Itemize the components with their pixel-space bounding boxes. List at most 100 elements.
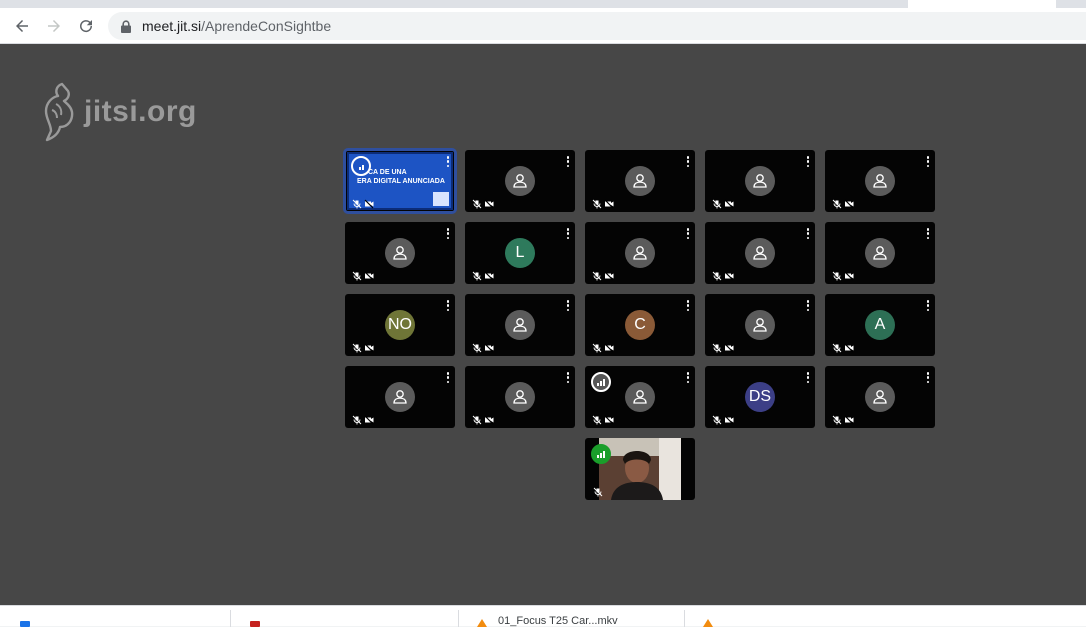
tile-menu-icon[interactable] (686, 300, 690, 311)
participant-tile[interactable]: L (465, 222, 575, 284)
download-item[interactable] (690, 606, 905, 627)
mic-muted-icon (712, 268, 722, 281)
participant-tile[interactable] (705, 294, 815, 356)
mic-muted-icon (832, 412, 842, 425)
participant-tile[interactable] (465, 150, 575, 212)
participant-tile[interactable] (585, 222, 695, 284)
reload-button[interactable] (74, 14, 98, 38)
url-text: meet.jit.si/AprendeConSightbe (142, 18, 331, 34)
forward-button[interactable] (42, 14, 66, 38)
participant-tile[interactable]: A (825, 294, 935, 356)
meeting-stage: jitsi.org NICA DE UNA ERA DIGITAL ANUNCIA… (0, 44, 1086, 605)
mic-muted-icon (352, 340, 362, 353)
participant-tile[interactable] (465, 294, 575, 356)
participant-tile[interactable] (345, 366, 455, 428)
tile-menu-icon[interactable] (566, 228, 570, 239)
download-item[interactable]: 01_Focus T25 Car...mkv (464, 606, 679, 627)
tile-status-icons (352, 340, 374, 353)
tile-menu-icon[interactable] (446, 228, 450, 239)
mic-muted-icon (592, 340, 602, 353)
tile-menu-icon[interactable] (566, 156, 570, 167)
download-item[interactable] (236, 606, 451, 627)
mic-muted-icon (712, 196, 722, 209)
avatar-initials: A (865, 310, 895, 340)
tile-menu-icon[interactable] (806, 372, 810, 383)
mic-muted-icon (832, 340, 842, 353)
avatar-placeholder-icon (505, 382, 535, 412)
tile-menu-icon[interactable] (926, 156, 930, 167)
tile-status-icons (832, 340, 854, 353)
tile-menu-icon[interactable] (926, 228, 930, 239)
tile-menu-icon[interactable] (446, 372, 450, 383)
mic-muted-icon (712, 412, 722, 425)
tile-status-icons (472, 340, 494, 353)
address-bar[interactable]: meet.jit.si/AprendeConSightbe (108, 12, 1086, 40)
tile-menu-icon[interactable] (806, 156, 810, 167)
participant-tile[interactable] (705, 150, 815, 212)
arrow-left-icon (16, 20, 28, 32)
tile-menu-icon[interactable] (686, 228, 690, 239)
tile-menu-icon[interactable] (446, 300, 450, 311)
tab-strip (0, 0, 1086, 8)
tile-menu-icon[interactable] (926, 300, 930, 311)
participant-tile[interactable] (465, 366, 575, 428)
tile-menu-icon[interactable] (686, 156, 690, 167)
tile-menu-icon[interactable] (566, 300, 570, 311)
camera-video (599, 438, 681, 500)
participant-tile[interactable]: NO (345, 294, 455, 356)
tile-menu-icon[interactable] (566, 372, 570, 383)
camera-off-icon (844, 268, 854, 281)
screen-share-tile[interactable]: NICA DE UNA ERA DIGITAL ANUNCIADA (343, 148, 457, 214)
lock-icon (121, 20, 131, 33)
tile-menu-icon[interactable] (926, 372, 930, 383)
browser-toolbar: meet.jit.si/AprendeConSightbe (0, 8, 1086, 44)
avatar-placeholder-icon (385, 238, 415, 268)
participant-tile[interactable] (585, 438, 695, 500)
connection-indicator-icon[interactable] (591, 372, 611, 392)
tile-status-icons (352, 196, 374, 209)
participant-tile[interactable]: C (585, 294, 695, 356)
video-grid: NICA DE UNA ERA DIGITAL ANUNCIADA L NO C A DS (343, 148, 935, 500)
download-separator (684, 610, 685, 627)
tile-status-icons (712, 340, 734, 353)
red-doc-icon (250, 621, 260, 627)
download-separator (230, 610, 231, 627)
mic-muted-icon (832, 268, 842, 281)
tile-status-icons (712, 412, 734, 425)
participant-tile[interactable] (705, 222, 815, 284)
avatar-initials: L (505, 238, 535, 268)
participant-tile[interactable] (825, 366, 935, 428)
brand-name: jitsi.org (84, 95, 197, 128)
avatar-initials: C (625, 310, 655, 340)
mic-muted-icon (472, 412, 482, 425)
slide-title-line2: ERA DIGITAL ANUNCIADA (357, 178, 445, 185)
tile-status-icons (592, 340, 614, 353)
participant-tile[interactable] (825, 222, 935, 284)
camera-off-icon (724, 196, 734, 209)
tile-status-icons (592, 196, 614, 209)
active-tab[interactable] (908, 0, 1056, 8)
avatar-placeholder-icon (625, 166, 655, 196)
connection-indicator-icon[interactable] (591, 444, 611, 464)
back-button[interactable] (10, 14, 34, 38)
tile-status-icons (592, 412, 614, 425)
tile-menu-icon[interactable] (686, 372, 690, 383)
participant-tile[interactable]: DS (705, 366, 815, 428)
participant-tile[interactable] (345, 222, 455, 284)
participant-tile[interactable] (585, 366, 695, 428)
camera-off-icon (844, 340, 854, 353)
mic-muted-icon (712, 340, 722, 353)
download-item[interactable] (6, 606, 221, 627)
camera-off-icon (364, 196, 374, 209)
tile-menu-icon[interactable] (806, 228, 810, 239)
camera-off-icon (484, 340, 494, 353)
tile-menu-icon[interactable] (806, 300, 810, 311)
participant-tile[interactable] (825, 150, 935, 212)
tile-menu-icon[interactable] (446, 156, 450, 167)
camera-off-icon (604, 340, 614, 353)
mic-muted-icon (352, 412, 362, 425)
mic-muted-icon (352, 268, 362, 281)
avatar-placeholder-icon (505, 166, 535, 196)
jitsi-watermark[interactable]: jitsi.org (36, 80, 197, 144)
participant-tile[interactable] (585, 150, 695, 212)
